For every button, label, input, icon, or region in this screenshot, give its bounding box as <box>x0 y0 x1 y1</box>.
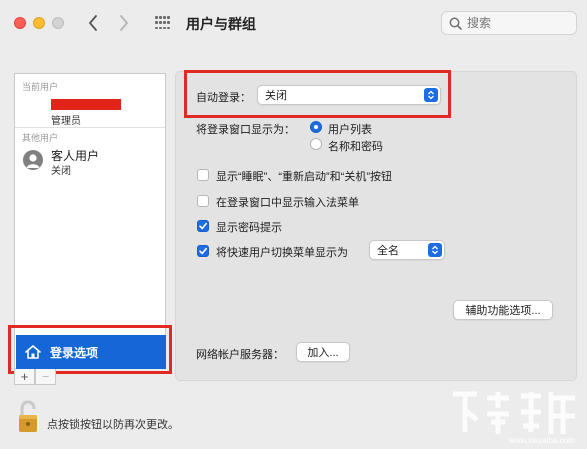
join-button[interactable]: 加入... <box>296 342 350 362</box>
radio-user-list-label: 用户列表 <box>328 124 372 136</box>
lock-icon[interactable] <box>18 400 38 434</box>
checkbox-fast-user-switching-label: 将快速用户切换菜单显示为 <box>216 247 348 259</box>
search-field[interactable] <box>441 11 577 35</box>
search-input[interactable] <box>467 16 567 30</box>
forward-button[interactable] <box>113 10 135 36</box>
checkbox-input-menu[interactable] <box>197 195 209 207</box>
chevron-left-icon <box>89 15 97 31</box>
fast-switch-value: 全名 <box>377 245 399 257</box>
network-account-server-label: 网络帐户服务器： <box>196 349 284 361</box>
admin-role-label: 管理员 <box>51 116 81 127</box>
divider <box>15 127 165 128</box>
sidebar-item-guest-user[interactable]: 客人用户 关闭 <box>15 144 165 177</box>
lock-message: 点按锁按钮以防再次更改。 <box>47 419 179 431</box>
guest-user-status: 关闭 <box>51 166 71 177</box>
add-user-button[interactable]: + <box>14 369 35 385</box>
window-title: 用户与群组 <box>186 16 256 32</box>
popup-stepper-icon <box>428 243 442 257</box>
radio-name-password-label: 名称和密码 <box>328 141 383 153</box>
zoom-window-button[interactable] <box>52 17 64 29</box>
checkbox-show-sleep-restart-label: 显示“睡眠”、“重新启动”和“关机”按钮 <box>216 171 392 183</box>
checkmark-icon <box>199 247 207 255</box>
minimize-window-button[interactable] <box>33 17 45 29</box>
radio-name-password[interactable] <box>310 138 322 150</box>
back-button[interactable] <box>82 10 104 36</box>
other-users-label: 其他用户 <box>22 133 59 143</box>
guest-avatar-icon <box>23 150 43 170</box>
close-window-button[interactable] <box>14 17 26 29</box>
show-all-grid-icon[interactable] <box>155 16 171 30</box>
checkbox-input-menu-label: 在登录窗口中显示输入法菜单 <box>216 197 359 209</box>
highlight-login-options <box>8 325 172 374</box>
checkbox-fast-user-switching[interactable] <box>197 245 209 257</box>
checkmark-icon <box>199 222 207 230</box>
highlight-auto-login <box>184 70 451 118</box>
sidebar-item-admin-user[interactable]: 管理员 <box>15 92 165 127</box>
title-bar: 用户与群组 <box>0 0 587 50</box>
checkbox-password-hint[interactable] <box>197 220 209 232</box>
remove-user-button[interactable]: − <box>35 369 56 385</box>
accessibility-options-button[interactable]: 辅助功能选项... <box>453 300 553 320</box>
checkbox-show-sleep-restart[interactable] <box>197 169 209 181</box>
chevron-right-icon <box>120 15 128 31</box>
checkbox-password-hint-label: 显示密码提示 <box>216 222 282 234</box>
watermark-logo: www.xiazaiba.com <box>453 391 575 445</box>
fast-switch-popup[interactable]: 全名 <box>369 240 445 260</box>
redacted-username <box>51 99 121 110</box>
watermark-url: www.xiazaiba.com <box>508 436 575 445</box>
radio-user-list[interactable] <box>310 121 322 133</box>
search-icon <box>449 17 462 30</box>
display-login-window-label: 将登录窗口显示为： <box>196 124 295 136</box>
sidebar-buttons: + − <box>14 369 56 385</box>
